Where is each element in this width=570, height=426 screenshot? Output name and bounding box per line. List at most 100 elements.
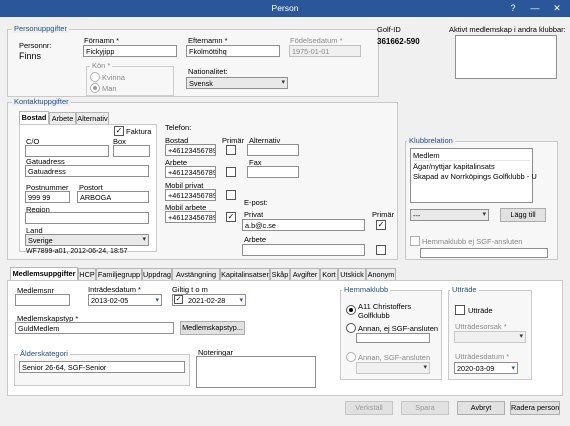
alderskategori-input[interactable]: Senior 26-64, SGF-Senior <box>19 361 185 373</box>
arbete-email-input[interactable] <box>242 244 365 256</box>
hemmaklubb-annan-sgf-radio[interactable] <box>346 352 356 362</box>
fodelsedatum-input[interactable]: 1975-01-01 <box>289 45 361 57</box>
list-item[interactable]: Skapad av Norrköpings Golfklubb - U <box>413 172 537 181</box>
verkstall-button[interactable]: Verkställ <box>345 401 393 415</box>
hemmaklubb-ej-sgf-input[interactable] <box>420 248 548 258</box>
arbete-phone-input[interactable]: +46123456789 <box>165 166 216 178</box>
lagg-till-button[interactable]: Lägg till <box>500 208 546 222</box>
tab-uppdrag[interactable]: Uppdrag <box>142 268 172 280</box>
medlemskapstyp-button[interactable]: Medlemskapstyp... <box>180 321 245 335</box>
noteringar-textarea[interactable] <box>196 356 316 388</box>
hemmaklubb-annan-sgf-label: Annan, SGF-ansluten <box>358 353 431 362</box>
mobil-arbete-primar-checkbox[interactable]: ✓ <box>226 212 236 222</box>
postnummer-input[interactable]: 999 99 <box>25 191 70 203</box>
alternativ-phone-input[interactable] <box>247 144 299 156</box>
personuppgifter-title: Personuppgifter <box>12 24 69 33</box>
tab-medlemsuppgifter[interactable]: Medlemsuppgifter <box>10 267 78 280</box>
personnr-value: Finns <box>19 51 42 61</box>
aktivt-medlemskap-box[interactable] <box>455 35 557 79</box>
tab-skap[interactable]: Skåp <box>270 268 290 280</box>
uttradesdatum-input[interactable]: 2020-03-09 ▾ <box>454 362 518 374</box>
tab-anonym[interactable]: Anonym <box>366 268 396 280</box>
minimize-button[interactable]: — <box>524 0 546 17</box>
avbryt-button[interactable]: Avbryt <box>457 401 505 415</box>
box-input[interactable] <box>113 145 150 157</box>
kon-man-label: Man <box>102 84 117 93</box>
mobil-arbete-input[interactable]: +46123456789 <box>165 211 216 223</box>
medlemsnr-input[interactable] <box>15 294 70 306</box>
chevron-down-icon: ▾ <box>511 365 515 372</box>
bostad-phone-input[interactable]: +46123456789 <box>165 144 216 156</box>
efternamn-label: Efternamn * <box>188 36 228 45</box>
medlemskapstyp-input[interactable]: GuldMedlem <box>15 322 174 334</box>
tab-kort[interactable]: Kort <box>320 268 338 280</box>
privat-email-input[interactable]: a.b@c.se <box>242 219 365 231</box>
faktura-label: Faktura <box>126 127 152 136</box>
privat-email-label: Privat <box>244 210 264 219</box>
radera-person-button[interactable]: Radera person <box>510 401 560 415</box>
telefon-label: Telefon: <box>165 123 192 132</box>
hemmaklubb-a11-radio[interactable] <box>346 305 356 315</box>
list-item[interactable]: Ägar/nyttjar kapitalinsats <box>413 162 495 171</box>
hemmaklubb-ej-sgf-checkbox[interactable] <box>410 236 420 246</box>
nationalitet-select[interactable]: Svensk ▾ <box>186 77 288 89</box>
bostad-primar-checkbox[interactable] <box>226 145 236 155</box>
fornamn-label: Förnamn * <box>84 36 120 45</box>
list-item[interactable]: Medlem <box>413 151 530 161</box>
intradesdatum-value: 2013-02-05 <box>91 296 129 305</box>
chevron-down-icon: ▾ <box>239 297 243 304</box>
tab-familjegrupp[interactable]: Familjegrupp <box>96 268 142 280</box>
klubbrelation-select[interactable]: --- ▾ <box>410 209 489 221</box>
close-button[interactable]: ✕ <box>546 0 568 17</box>
hemmaklubb-annan-sgf-select[interactable]: ▾ <box>356 362 430 374</box>
golf-id-label: Golf-ID <box>377 25 401 34</box>
hemmaklubb-annan-ej-sgf-input[interactable] <box>356 333 430 343</box>
faktura-checkbox[interactable]: ✓ <box>114 126 124 136</box>
aktivt-medlemskap-label: Aktivt medlemskap i andra klubbar: <box>449 25 566 34</box>
tab-arbete[interactable]: Arbete <box>49 112 76 124</box>
chevron-down-icon: ▾ <box>482 211 486 218</box>
efternamn-input[interactable]: Fkolmöttihq <box>186 45 280 57</box>
giltig-checkbox[interactable]: ✓ <box>174 295 183 304</box>
mobil-privat-input[interactable]: +46123456789 <box>165 189 216 201</box>
tab-bostad[interactable]: Bostad <box>19 111 49 124</box>
arbete-primar-checkbox[interactable] <box>226 167 236 177</box>
region-input[interactable] <box>25 212 149 224</box>
gatuadress-input[interactable]: Gatuadress <box>25 165 149 177</box>
giltig-input[interactable]: ✓ 2021-02-28 ▾ <box>172 294 246 306</box>
window-title: Person <box>271 3 299 13</box>
land-select[interactable]: Sverige ▾ <box>25 234 149 246</box>
fax-input[interactable] <box>247 166 299 178</box>
kon-group <box>86 66 174 96</box>
tab-avstangning[interactable]: Avstängning <box>172 268 220 280</box>
uttradesorsak-select[interactable]: ▾ <box>454 331 526 343</box>
fornamn-input[interactable]: Fickyjipp <box>83 45 177 57</box>
privat-email-primar-checkbox[interactable]: ✓ <box>376 220 386 230</box>
help-button[interactable]: ? <box>502 0 524 17</box>
hemmaklubb-annan-ej-sgf-label: Annan, ej SGF-ansluten <box>358 324 439 333</box>
tab-alternativ[interactable]: Alternativ <box>76 112 109 124</box>
arbete-email-primar-checkbox[interactable] <box>376 245 386 255</box>
primar-label: Primär <box>222 136 245 145</box>
nationalitet-label: Nationalitet: <box>188 67 228 76</box>
spara-button[interactable]: Spara <box>401 401 449 415</box>
co-input[interactable] <box>25 145 109 157</box>
intradesdatum-input[interactable]: 2013-02-05 ▾ <box>88 294 162 306</box>
uttradesorsak-label: Utträdesorsak * <box>455 322 507 331</box>
tab-utskick[interactable]: Utskick <box>338 268 366 280</box>
title-bar: Person ? — ✕ <box>0 0 570 17</box>
klubbrelation-list[interactable]: Medlem Ägar/nyttjar kapitalinsats Skapad… <box>410 148 537 203</box>
chevron-down-icon: ▾ <box>155 297 159 304</box>
mobil-privat-primar-checkbox[interactable] <box>226 190 236 200</box>
uttrade-checkbox[interactable] <box>455 305 465 315</box>
postort-input[interactable]: ARBOGA <box>77 191 149 203</box>
tab-hcp[interactable]: HCP <box>78 268 96 280</box>
tab-avgifter[interactable]: Avgifter <box>290 268 320 280</box>
kon-man-radio[interactable] <box>90 83 100 93</box>
kon-kvinna-radio[interactable] <box>90 72 100 82</box>
fodelsedatum-label: Födelsedatum * <box>290 36 343 45</box>
hemmaklubb-annan-ej-sgf-radio[interactable] <box>346 323 356 333</box>
tab-kapitalinsatser[interactable]: Kapitalinsatser <box>220 268 270 280</box>
uttradesdatum-value: 2020-03-09 <box>457 364 495 373</box>
arbete-email-label: Arbete <box>244 235 267 244</box>
